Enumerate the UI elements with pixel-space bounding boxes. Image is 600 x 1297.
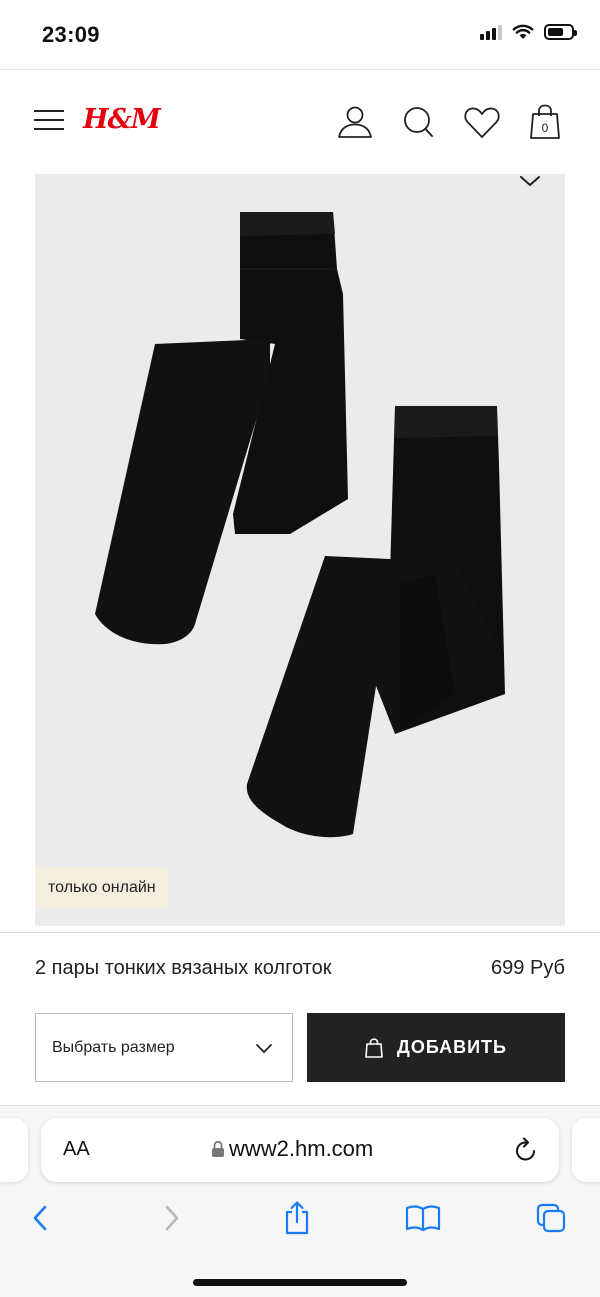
status-icons: [480, 24, 577, 40]
status-time: 23:09: [42, 22, 100, 47]
back-icon[interactable]: [17, 1194, 65, 1242]
browser-bar: AA www2.hm.com: [0, 1105, 600, 1297]
menu-icon[interactable]: [34, 110, 64, 132]
account-icon[interactable]: [335, 102, 375, 142]
next-tab-preview[interactable]: [572, 1118, 600, 1182]
add-button-label: ДОБАВИТЬ: [397, 1037, 507, 1057]
status-bar: 23:09: [0, 0, 600, 70]
product-price: 699 Руб: [491, 957, 565, 979]
lock-icon: [212, 1140, 224, 1157]
size-select[interactable]: Выбрать размер: [35, 1013, 293, 1082]
url-text: www2.hm.com: [229, 1136, 374, 1161]
aa-label: AA: [63, 1138, 90, 1160]
search-icon[interactable]: [398, 102, 438, 142]
wifi-icon: [512, 24, 534, 39]
bag-count: 0: [542, 121, 549, 135]
hm-logo[interactable]: H&M: [83, 104, 161, 135]
product-image[interactable]: только онлайн: [35, 174, 565, 926]
battery-icon: [544, 24, 577, 40]
favorites-icon[interactable]: [462, 102, 502, 142]
bag-icon[interactable]: 0: [525, 102, 565, 142]
bookmarks-icon[interactable]: [399, 1194, 447, 1242]
site-header: H&M 0: [0, 70, 600, 174]
bag-icon: [365, 1037, 383, 1058]
url-display[interactable]: www2.hm.com: [211, 1136, 373, 1162]
reload-icon[interactable]: [513, 1136, 539, 1164]
divider: [0, 932, 600, 933]
share-icon[interactable]: [273, 1194, 321, 1242]
chevron-down-icon[interactable]: [517, 174, 543, 194]
address-bar[interactable]: AA www2.hm.com: [41, 1118, 559, 1182]
online-only-badge: только онлайн: [35, 867, 169, 908]
add-to-bag-button[interactable]: ДОБАВИТЬ: [307, 1013, 565, 1082]
forward-icon[interactable]: [147, 1194, 195, 1242]
tabs-icon[interactable]: [527, 1194, 575, 1242]
size-select-label: Выбрать размер: [52, 1038, 175, 1056]
signal-icon: [480, 24, 502, 40]
chevron-down-icon: [256, 1043, 272, 1053]
previous-tab-preview[interactable]: [0, 1118, 28, 1182]
home-indicator: [193, 1279, 407, 1286]
reader-settings-button[interactable]: AA: [63, 1138, 90, 1161]
browser-toolbar: [0, 1194, 600, 1244]
product-name: 2 пары тонких вязаных колготок: [35, 957, 332, 979]
tights-photo: [95, 212, 505, 838]
